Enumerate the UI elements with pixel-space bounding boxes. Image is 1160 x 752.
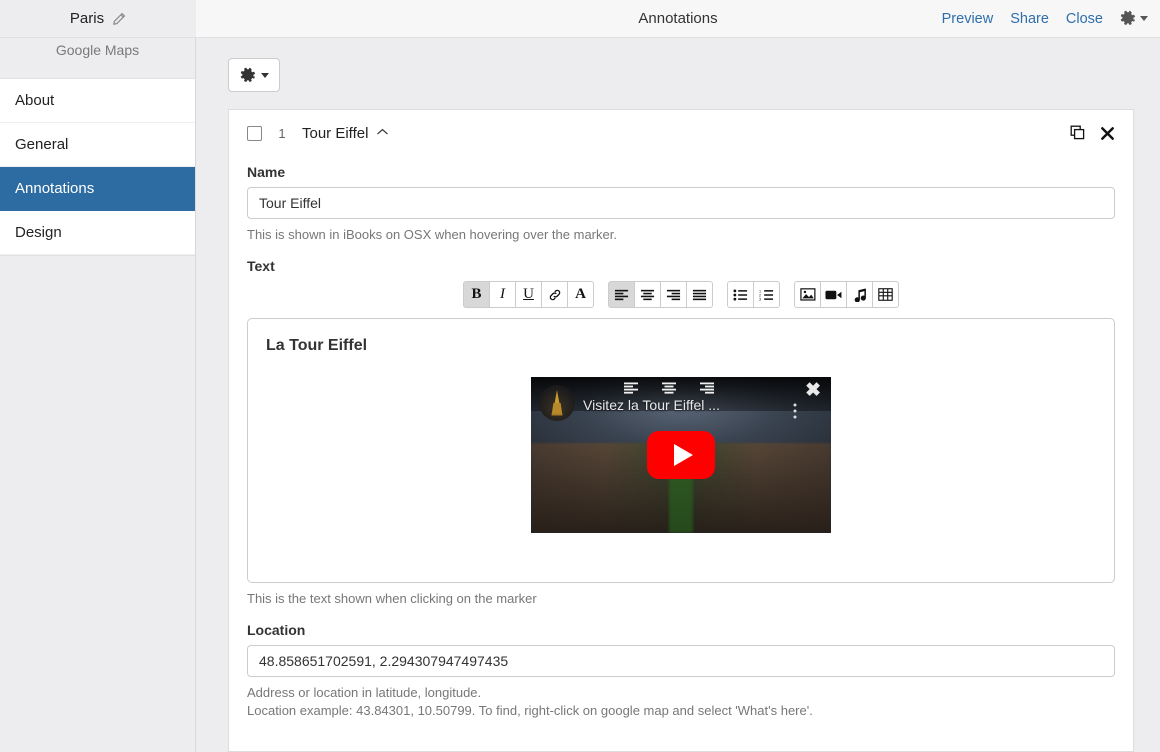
channel-avatar bbox=[539, 385, 575, 421]
top-bar: Paris Annotations Preview Share Close bbox=[0, 0, 1160, 38]
sidebar-subtitle: Google Maps bbox=[55, 42, 140, 58]
annotation-card-actions bbox=[1070, 125, 1115, 141]
editor-toolbar: B I U A 1 2 3 bbox=[247, 281, 1115, 308]
name-field-label: Name bbox=[247, 164, 286, 180]
sidebar-item-about[interactable]: About bbox=[0, 79, 195, 123]
sidebar-item-label: General bbox=[15, 136, 69, 153]
location-helper-line2: Location example: 43.84301, 10.50799. To… bbox=[247, 703, 813, 718]
bullet-list-button[interactable] bbox=[727, 281, 754, 308]
location-field-label: Location bbox=[247, 622, 306, 638]
editor-heading: La Tour Eiffel bbox=[266, 337, 368, 354]
toolbar-group-align bbox=[608, 281, 713, 308]
annotation-card: 1 Tour Eiffel Name Tour Eiffel This is s… bbox=[228, 109, 1134, 752]
annotations-options-button[interactable] bbox=[228, 58, 280, 92]
close-link[interactable]: Close bbox=[1066, 11, 1103, 27]
link-icon bbox=[548, 288, 562, 302]
font-color-button[interactable]: A bbox=[567, 281, 594, 308]
insert-table-button[interactable] bbox=[872, 281, 899, 308]
page-layout: Google Maps About General Annotations De… bbox=[0, 38, 1160, 752]
sidebar-item-label: Annotations bbox=[15, 180, 95, 197]
link-button[interactable] bbox=[541, 281, 568, 308]
close-icon[interactable]: ✖ bbox=[805, 381, 821, 400]
share-link[interactable]: Share bbox=[1010, 11, 1049, 27]
sidebar: Google Maps About General Annotations De… bbox=[0, 38, 196, 752]
svg-text:3: 3 bbox=[759, 297, 761, 300]
main-content: 1 Tour Eiffel Name Tour Eiffel This is s… bbox=[196, 38, 1160, 752]
annotation-select-checkbox[interactable] bbox=[247, 125, 262, 141]
align-right-button[interactable] bbox=[660, 281, 687, 308]
copy-icon[interactable] bbox=[1070, 125, 1086, 141]
project-title: Paris bbox=[69, 10, 105, 27]
align-right-icon[interactable] bbox=[699, 382, 715, 394]
annotation-index: 1 bbox=[278, 125, 286, 141]
youtube-play-icon[interactable] bbox=[647, 431, 715, 479]
annotation-card-header: 1 Tour Eiffel bbox=[247, 110, 1115, 150]
close-icon[interactable] bbox=[1100, 126, 1115, 141]
sidebar-filler bbox=[0, 255, 195, 752]
name-input[interactable] bbox=[247, 187, 1115, 219]
chevron-up-icon[interactable] bbox=[376, 128, 389, 136]
location-helper-line1: Address or location in latitude, longitu… bbox=[247, 685, 482, 700]
italic-button[interactable]: I bbox=[489, 281, 516, 308]
kebab-menu-icon[interactable] bbox=[793, 403, 797, 419]
video-title: Visitez la Tour Eiffel ... bbox=[583, 397, 720, 413]
top-bar-actions: Preview Share Close bbox=[942, 0, 1148, 37]
annotation-title: Tour Eiffel bbox=[302, 124, 369, 142]
align-center-icon[interactable] bbox=[661, 382, 677, 394]
gear-icon bbox=[1120, 10, 1137, 27]
text-field-label: Text bbox=[247, 258, 275, 274]
sidebar-item-label: About bbox=[15, 92, 55, 109]
toolbar-group-insert bbox=[794, 281, 899, 308]
pencil-icon[interactable] bbox=[112, 12, 126, 26]
underline-button[interactable]: U bbox=[515, 281, 542, 308]
play-triangle bbox=[673, 444, 693, 466]
location-field-helper: Address or location in latitude, longitu… bbox=[247, 684, 1115, 720]
sidebar-nav: About General Annotations Design bbox=[0, 78, 195, 255]
align-center-button[interactable] bbox=[634, 281, 661, 308]
sidebar-item-design[interactable]: Design bbox=[0, 211, 195, 255]
insert-video-button[interactable] bbox=[820, 281, 847, 308]
text-field-helper: This is the text shown when clicking on … bbox=[247, 591, 537, 606]
sidebar-item-label: Design bbox=[15, 224, 62, 241]
toolbar-group-format: B I U A bbox=[463, 281, 594, 308]
gear-icon bbox=[240, 67, 257, 84]
insert-audio-button[interactable] bbox=[846, 281, 873, 308]
settings-menu-button[interactable] bbox=[1120, 10, 1148, 27]
chevron-down-icon bbox=[1140, 16, 1148, 21]
chevron-down-icon bbox=[260, 72, 269, 78]
toolbar-group-lists: 123 bbox=[727, 281, 780, 308]
numbered-list-button[interactable]: 123 bbox=[753, 281, 780, 308]
name-field-helper: This is shown in iBooks on OSX when hove… bbox=[247, 227, 617, 242]
bold-button[interactable]: B bbox=[463, 281, 490, 308]
video-align-controls bbox=[623, 382, 715, 394]
preview-link[interactable]: Preview bbox=[942, 11, 994, 27]
align-left-icon[interactable] bbox=[623, 382, 639, 394]
align-left-button[interactable] bbox=[608, 281, 635, 308]
align-justify-button[interactable] bbox=[686, 281, 713, 308]
video-embed[interactable]: ✖ Visitez la Tour Eiffel ... bbox=[531, 377, 831, 533]
insert-image-button[interactable] bbox=[794, 281, 821, 308]
project-header: Paris bbox=[0, 0, 196, 37]
location-input[interactable] bbox=[247, 645, 1115, 677]
sidebar-item-general[interactable]: General bbox=[0, 123, 195, 167]
text-editor-body[interactable]: La Tour Eiffel ✖ Visitez la Tour Eiffel … bbox=[247, 318, 1115, 583]
sidebar-item-annotations[interactable]: Annotations bbox=[0, 167, 195, 211]
